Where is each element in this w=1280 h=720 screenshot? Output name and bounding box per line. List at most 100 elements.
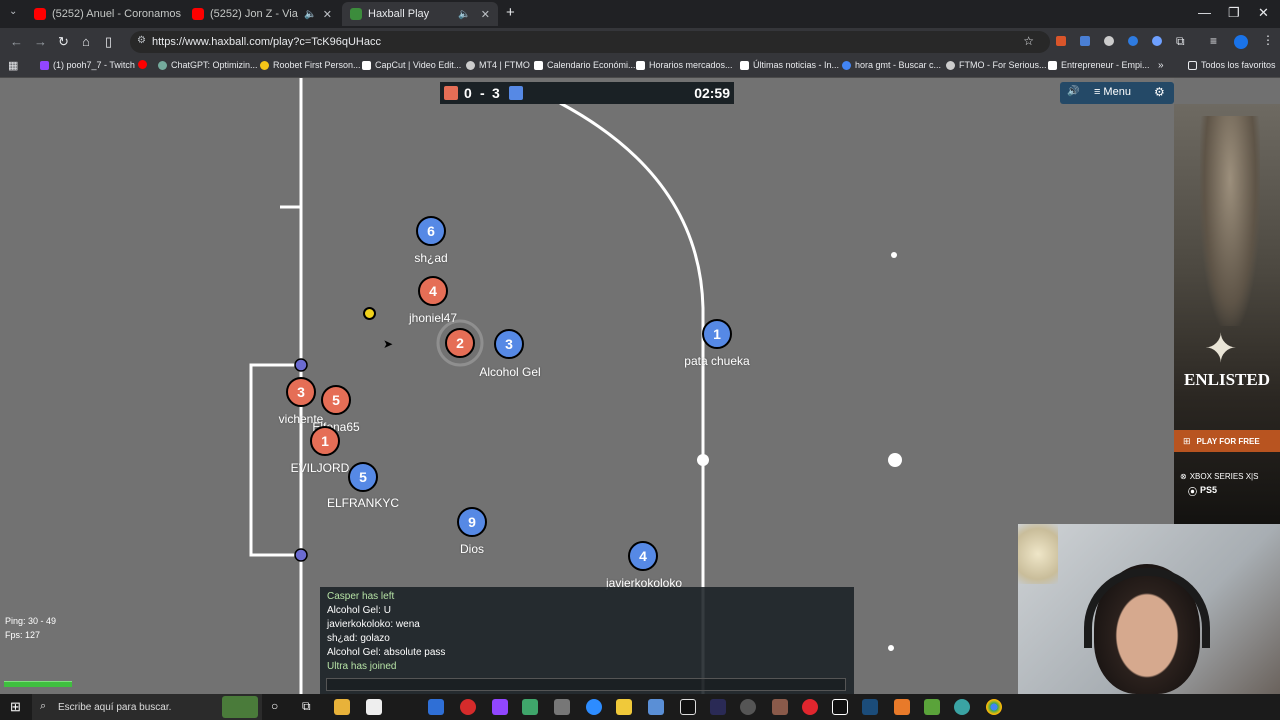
tab-strip: ⌄ (5252) Anuel - Coronamos (Of ✕ (5252) … bbox=[0, 0, 1280, 28]
settings-icon[interactable] bbox=[740, 699, 756, 715]
bookmark-label: CapCut | Video Edit... bbox=[375, 60, 462, 70]
ftmo-icon bbox=[466, 60, 475, 70]
capcut-icon[interactable] bbox=[680, 699, 696, 715]
haxball-game[interactable]: ➤ 6 sh¿ad 4 jhoniel47 2 3 Alcohol Gel 1 … bbox=[0, 78, 1280, 694]
close-icon[interactable]: ✕ bbox=[323, 8, 332, 21]
haxball-icon bbox=[350, 8, 362, 20]
player-number: 2 bbox=[456, 335, 464, 351]
tab-title: (5252) Anuel - Coronamos (Of bbox=[52, 8, 182, 20]
tab-jonz[interactable]: (5252) Jon Z - Viajó Sin Ve 🔈 ✕ bbox=[184, 2, 340, 26]
all-bookmarks-folder[interactable]: Todos los favoritos bbox=[1188, 60, 1276, 70]
minimize-button[interactable]: — bbox=[1198, 5, 1211, 20]
tab-anuel[interactable]: (5252) Anuel - Coronamos (Of ✕ bbox=[26, 2, 182, 26]
bookmark-item[interactable]: (1) pooh7_7 - Twitch bbox=[40, 60, 135, 70]
app-icon[interactable] bbox=[954, 699, 970, 715]
speaker-icon[interactable]: 🔈 bbox=[458, 9, 470, 20]
app-icon[interactable] bbox=[616, 699, 632, 715]
translate-icon[interactable] bbox=[1080, 36, 1090, 46]
chevron-right-icon[interactable]: » bbox=[1158, 60, 1164, 71]
app-icon[interactable] bbox=[894, 699, 910, 715]
apps-grid-icon[interactable]: ▦ bbox=[8, 59, 18, 72]
reload-icon[interactable]: ↻ bbox=[58, 34, 69, 50]
twitch-icon[interactable] bbox=[492, 699, 508, 715]
zoom-icon[interactable] bbox=[586, 699, 602, 715]
score-blue: 3 bbox=[492, 85, 500, 101]
app-icon[interactable] bbox=[648, 699, 664, 715]
cortana-icon[interactable]: ○ bbox=[271, 699, 278, 713]
app-icon[interactable] bbox=[522, 699, 538, 715]
home-icon[interactable]: ⌂ bbox=[82, 34, 90, 49]
app-icon[interactable] bbox=[772, 699, 788, 715]
tiktok-icon[interactable] bbox=[832, 699, 848, 715]
bookmark-item[interactable]: MT4 | FTMO bbox=[466, 60, 530, 70]
bookmark-item[interactable]: FTMO - For Serious... bbox=[946, 60, 1047, 70]
opera-icon[interactable] bbox=[802, 699, 818, 715]
tab-search-icon[interactable]: ⌄ bbox=[9, 6, 17, 17]
speaker-icon[interactable]: 🔈 bbox=[304, 9, 316, 20]
advertisement-banner[interactable]: ✦ ENLISTED ⊞ PLAY FOR FREE ⊗ XBOX SERIES… bbox=[1174, 104, 1280, 524]
notepad-icon[interactable] bbox=[366, 699, 382, 715]
player-name: ELFRANKYC bbox=[326, 496, 400, 510]
extension-icon-3[interactable] bbox=[1104, 36, 1114, 46]
app-icon[interactable] bbox=[710, 699, 726, 715]
bookmark-item[interactable]: Horarios mercados... bbox=[636, 60, 733, 70]
bookmark-item[interactable]: Calendario Económi... bbox=[534, 60, 636, 70]
extension-icon-5[interactable] bbox=[1152, 36, 1162, 46]
address-bar[interactable]: ⚙ https://www.haxball.com/play?c=TcK96qU… bbox=[130, 31, 1050, 53]
play-for-free-button[interactable]: ⊞ PLAY FOR FREE bbox=[1174, 430, 1280, 452]
extension-icon-1[interactable] bbox=[1056, 36, 1066, 46]
sound-icon[interactable]: 🔊 bbox=[1067, 86, 1079, 97]
app-icon[interactable] bbox=[460, 699, 476, 715]
forward-icon[interactable]: → bbox=[34, 34, 47, 49]
settings-gear-icon[interactable]: ⚙ bbox=[1154, 85, 1165, 99]
windows-icon: ⊞ bbox=[1183, 435, 1191, 446]
player-red-2-controlled: 2 bbox=[445, 328, 475, 358]
tab-haxball[interactable]: Haxball Play 🔈 ✕ bbox=[342, 2, 498, 26]
task-view-icon[interactable]: ⧉ bbox=[302, 699, 311, 714]
bookmark-item[interactable]: hora gmt - Buscar c... bbox=[842, 60, 941, 70]
webcam-overlay bbox=[1018, 524, 1280, 694]
roobet-icon bbox=[260, 60, 269, 70]
extensions-puzzle-icon[interactable]: ⧉ bbox=[1176, 34, 1185, 49]
player-name: Dios bbox=[459, 542, 485, 556]
twitch-icon bbox=[40, 60, 49, 70]
ball bbox=[363, 307, 376, 320]
player-number: 4 bbox=[429, 283, 437, 299]
profile-avatar[interactable] bbox=[1234, 35, 1248, 49]
bookmark-label: Calendario Económi... bbox=[547, 60, 636, 70]
new-tab-button[interactable]: + bbox=[506, 4, 515, 21]
bookmark-item[interactable]: Últimas noticias - In... bbox=[740, 60, 839, 70]
app-icon[interactable] bbox=[428, 699, 444, 715]
bookmark-item[interactable]: Entrepreneur - Empi... bbox=[1048, 60, 1150, 70]
player-name: jhoniel47 bbox=[408, 311, 458, 325]
extension-icon-4[interactable] bbox=[1128, 36, 1138, 46]
bookmark-label: ChatGPT: Optimizin... bbox=[171, 60, 258, 70]
steam-icon[interactable] bbox=[862, 699, 878, 715]
browser-toolbar: ← → ↻ ⌂ ▯ ⚙ https://www.haxball.com/play… bbox=[0, 28, 1280, 56]
site-info-icon[interactable]: ⚙ bbox=[137, 35, 146, 46]
app-icon[interactable] bbox=[554, 699, 570, 715]
capcut-icon bbox=[362, 60, 371, 70]
minecraft-icon[interactable] bbox=[924, 699, 940, 715]
tab-list-icon[interactable]: ≡ bbox=[1210, 34, 1217, 48]
windows-start-icon[interactable]: ⊞ bbox=[10, 699, 21, 715]
player-red-5: 5 bbox=[321, 385, 351, 415]
back-icon[interactable]: ← bbox=[10, 34, 23, 49]
taskbar-search[interactable]: ⌕ Escribe aquí para buscar. bbox=[32, 694, 262, 720]
player-blue-9: 9 bbox=[457, 507, 487, 537]
close-window-button[interactable]: ✕ bbox=[1258, 5, 1269, 21]
bookmark-item[interactable]: ChatGPT: Optimizin... bbox=[158, 60, 258, 70]
restore-button[interactable]: ❐ bbox=[1228, 5, 1240, 21]
more-menu-icon[interactable]: ⋮ bbox=[1262, 33, 1274, 47]
xbox-platform: ⊗ XBOX SERIES X|S bbox=[1180, 472, 1258, 481]
chrome-icon[interactable] bbox=[986, 699, 1002, 715]
bookmark-star-icon[interactable]: ☆ bbox=[1023, 34, 1034, 48]
close-icon[interactable]: ✕ bbox=[481, 8, 490, 21]
chat-input[interactable] bbox=[326, 678, 846, 691]
bookmark-item[interactable]: CapCut | Video Edit... bbox=[362, 60, 461, 70]
sidepanel-icon[interactable]: ▯ bbox=[105, 34, 112, 50]
file-explorer-icon[interactable] bbox=[334, 699, 350, 715]
menu-button[interactable]: ≡ Menu bbox=[1094, 86, 1131, 98]
bookmark-item[interactable] bbox=[138, 60, 151, 69]
bookmark-item[interactable]: Roobet First Person... bbox=[260, 60, 361, 70]
